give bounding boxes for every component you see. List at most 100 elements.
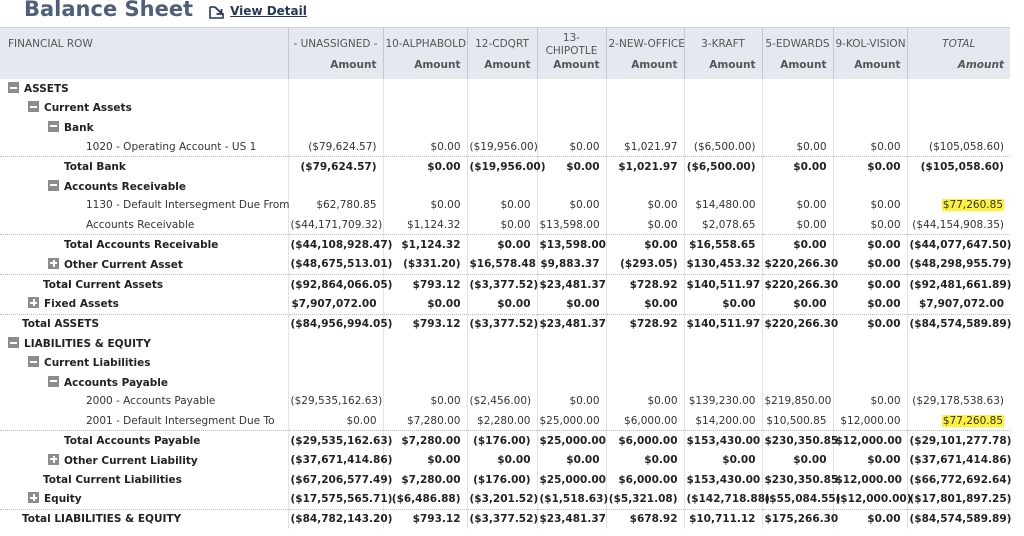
amount-value[interactable]: $0.00 <box>569 395 599 407</box>
column-header-alphabold[interactable]: 10-ALPHABOLD <box>382 27 467 59</box>
expand-plus-icon[interactable] <box>28 492 39 504</box>
expand-plus-icon[interactable] <box>28 297 39 309</box>
amount-value[interactable]: $0.00 <box>430 141 460 153</box>
row-label[interactable]: 1020 - Operating Account - US 1 <box>86 141 256 153</box>
amount-value: $25,000.00 <box>539 434 606 447</box>
amount-value[interactable]: $0.00 <box>500 199 530 211</box>
view-detail-link[interactable]: View Detail <box>209 4 307 19</box>
amount-value[interactable]: ($29,535,162.63) <box>291 395 383 407</box>
amount-value[interactable]: $1,021.97 <box>624 141 677 153</box>
column-header-unassigned[interactable]: - UNASSIGNED - <box>287 27 383 59</box>
subheader-amount[interactable]: Amount <box>605 59 684 79</box>
subheader-amount-total[interactable]: Amount <box>906 59 1010 79</box>
amount-value[interactable]: $0.00 <box>647 199 677 211</box>
amount-cell: $0.00 <box>683 294 762 315</box>
expand-plus-icon[interactable] <box>48 453 59 465</box>
section-row-current-liabilities[interactable]: Current Liabilities <box>0 353 1010 373</box>
amount-value[interactable]: $0.00 <box>870 141 900 153</box>
account-row-other-current-asset[interactable]: Other Current Asset ($48,675,513.01) ($331… <box>0 254 1011 275</box>
amount-value[interactable]: $0.00 <box>870 395 900 407</box>
amount-value[interactable]: ($6,500.00) <box>694 141 756 153</box>
subheader-amount[interactable]: Amount <box>287 59 383 79</box>
amount-value[interactable]: $6,000.00 <box>624 415 677 427</box>
amount-cell: $0.00 <box>466 450 537 470</box>
amount-value[interactable]: $7,280.00 <box>407 415 460 427</box>
amount-value[interactable]: $0.00 <box>647 395 677 407</box>
section-row-accounts-payable[interactable]: Accounts Payable <box>0 372 1010 392</box>
subheader-amount[interactable]: Amount <box>536 59 606 79</box>
column-header-total[interactable]: TOTAL <box>906 27 1010 59</box>
amount-value[interactable]: $2,078.65 <box>702 219 755 231</box>
amount-value[interactable]: $219,850.00 <box>765 395 832 407</box>
amount-value: $0.00 <box>427 297 461 310</box>
collapse-minus-icon[interactable] <box>8 337 19 348</box>
highlighted-total-amount[interactable]: $77,260.85 <box>941 199 1004 212</box>
subheader-amount[interactable]: Amount <box>683 59 762 79</box>
amount-value[interactable]: $0.00 <box>430 395 460 407</box>
column-header-edwards[interactable]: 5-EDWARDS <box>761 27 833 59</box>
amount-value[interactable]: $139,230.00 <box>689 395 756 407</box>
amount-value[interactable]: $0.00 <box>430 199 460 211</box>
amount-value[interactable]: $13,598.00 <box>540 219 600 231</box>
column-header-kol-vision[interactable]: 9-KOL-VISION <box>832 27 907 59</box>
amount-value[interactable]: ($2,456.00) <box>470 395 532 407</box>
total-amount[interactable]: ($44,154,908.35) <box>912 219 1004 231</box>
section-row-bank[interactable]: Bank <box>0 117 1010 137</box>
collapse-minus-icon[interactable] <box>48 375 59 387</box>
amount-value[interactable]: $1,124.32 <box>407 219 460 231</box>
amount-value[interactable]: $0.00 <box>796 219 826 231</box>
subheader-amount[interactable]: Amount <box>832 59 907 79</box>
amount-value[interactable]: $14,480.00 <box>695 199 755 211</box>
column-header-chipotle[interactable]: 13- CHIPOTLE <box>536 27 606 59</box>
amount-cell: $0.00 <box>382 156 467 177</box>
total-amount[interactable]: ($29,178,538.63) <box>912 395 1004 407</box>
amount-value[interactable]: ($44,171,709.32) <box>291 219 383 231</box>
subheader-amount[interactable]: Amount <box>382 59 467 79</box>
amount-value[interactable]: ($19,956.00) <box>470 141 538 153</box>
amount-value[interactable]: $0.00 <box>870 219 900 231</box>
column-header-new-office[interactable]: 2-NEW-OFFICE <box>605 27 684 59</box>
collapse-minus-icon[interactable] <box>28 356 39 368</box>
amount-value[interactable]: $0.00 <box>796 199 826 211</box>
subheader-amount[interactable]: Amount <box>761 59 833 79</box>
amount-value[interactable]: $14,200.00 <box>695 415 755 427</box>
expand-plus-icon[interactable] <box>48 257 59 269</box>
amount-value[interactable]: $0.00 <box>870 199 900 211</box>
amount-value[interactable]: $0.00 <box>500 219 530 231</box>
column-header-cdqrt[interactable]: 12-CDQRT <box>466 27 537 59</box>
row-label[interactable]: Accounts Receivable <box>86 219 194 231</box>
section-row-assets[interactable]: ASSETS <box>0 79 1010 99</box>
amount-value[interactable]: $10,500.85 <box>766 415 826 427</box>
collapse-minus-icon[interactable] <box>8 82 19 94</box>
collapse-minus-icon[interactable] <box>48 179 59 191</box>
amount-value[interactable]: $25,000.00 <box>540 415 600 427</box>
amount-value[interactable]: ($79,624.57) <box>308 141 376 153</box>
row-label[interactable]: 1130 - Default Intersegment Due From <box>86 199 289 211</box>
section-row-accounts-receivable[interactable]: Accounts Receivable <box>0 176 1010 196</box>
column-header-financial-row[interactable]: FINANCIAL ROW <box>0 27 288 59</box>
row-label[interactable]: 2001 - Default Intersegment Due To <box>86 415 275 427</box>
amount-value[interactable]: $0.00 <box>569 141 599 153</box>
amount-value[interactable]: $62,780.85 <box>316 199 376 211</box>
row-label[interactable]: 2000 - Accounts Payable <box>86 395 215 407</box>
amount-value[interactable]: $0.00 <box>647 219 677 231</box>
account-row-equity[interactable]: Equity ($17,575,565.71) ($6,486.88) ($3,201… <box>0 489 1011 510</box>
section-row-liabilities-equity[interactable]: LIABILITIES & EQUITY <box>0 333 1010 354</box>
collapse-minus-icon[interactable] <box>28 101 39 113</box>
amount-value: ($84,782,143.20) <box>290 513 393 526</box>
highlighted-total-amount[interactable]: $77,260.85 <box>941 414 1004 427</box>
collapse-minus-icon[interactable] <box>48 120 59 132</box>
amount-value[interactable]: $12,000.00 <box>840 415 900 427</box>
amount-cell: $25,000.00 <box>536 430 606 451</box>
amount-value[interactable]: $0.00 <box>346 415 376 427</box>
amount-value[interactable]: $2,280.00 <box>477 415 530 427</box>
subheader-amount[interactable]: Amount <box>466 59 537 79</box>
section-row-current-assets[interactable]: Current Assets <box>0 98 1010 118</box>
amount-value[interactable]: $0.00 <box>796 141 826 153</box>
total-amount[interactable]: ($105,058.60) <box>929 141 1004 153</box>
amount-value: $175,266.30 <box>764 513 839 526</box>
column-header-kraft[interactable]: 3-KRAFT <box>683 27 762 59</box>
account-row-fixed-assets[interactable]: Fixed Assets $7,907,072.00 $0.00 $0.00 $0.00… <box>0 294 1010 315</box>
account-row-other-current-liability[interactable]: Other Current Liability ($37,671,414.86) $… <box>0 450 1011 470</box>
amount-value[interactable]: $0.00 <box>569 199 599 211</box>
